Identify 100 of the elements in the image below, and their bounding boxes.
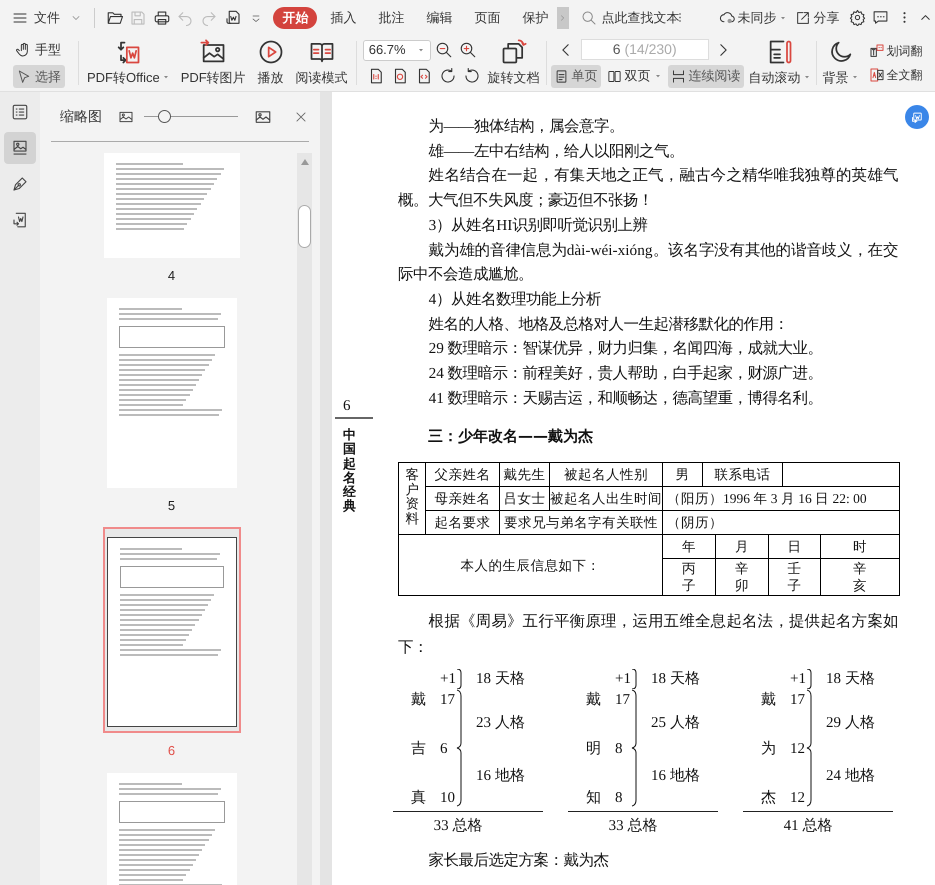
- rotate-icon: [462, 67, 481, 85]
- menu-tab[interactable]: 编辑: [417, 6, 462, 28]
- sync-button[interactable]: 未同步: [718, 8, 787, 28]
- stroke-number: 12: [789, 742, 806, 757]
- slider-thumb[interactable]: [158, 110, 171, 123]
- reading-button[interactable]: 阅读模式: [296, 35, 348, 91]
- file-menu[interactable]: 文件: [12, 8, 82, 28]
- continuous-page-icon: [670, 68, 686, 84]
- size-slider[interactable]: [144, 110, 238, 123]
- translate-full-button[interactable]: 全文翻: [868, 66, 923, 84]
- name-character: 明: [585, 742, 602, 757]
- caret-icon: [416, 46, 425, 54]
- table-cell: 年: [662, 534, 716, 559]
- name-character: 真: [410, 790, 427, 806]
- scrollbar[interactable]: [297, 153, 312, 885]
- table-cell: （阳历）1996 年 3 月 16 日 22: 00: [662, 486, 900, 511]
- page-number: 6: [342, 397, 350, 416]
- menu-tab[interactable]: 插入: [321, 6, 366, 28]
- rotate-document-button[interactable]: 旋转文档: [486, 35, 542, 91]
- page-label: 5: [168, 496, 176, 514]
- single-view-button[interactable]: 单页: [550, 64, 601, 88]
- table-cell: 被起名人出生时间: [550, 486, 662, 511]
- menu-tab[interactable]: 开始: [273, 6, 318, 28]
- table-cell: 辛 卯: [716, 558, 768, 596]
- name-character: 戴: [585, 692, 602, 708]
- total-label: 33 总格: [432, 817, 484, 836]
- name-character: 知: [585, 790, 602, 806]
- table-cell: 丙 子: [662, 558, 716, 596]
- close-icon: [294, 110, 308, 124]
- stroke-number: 8: [614, 742, 624, 757]
- total-label: 33 总格: [608, 817, 658, 836]
- document-export-icon: [11, 211, 29, 229]
- pen-icon: [11, 175, 29, 193]
- floating-convert-button[interactable]: [905, 105, 929, 129]
- table-cell: 时: [820, 534, 900, 559]
- table-cell: （阴历）: [662, 510, 900, 535]
- pdf-office-button[interactable]: PDF转Office: [87, 35, 170, 91]
- play-button[interactable]: 播放: [256, 35, 285, 91]
- grid-label: 23 人格: [475, 716, 526, 731]
- scrollbar-thumb[interactable]: [298, 205, 311, 248]
- thumbnails-panel-button[interactable]: [4, 132, 36, 164]
- paragraph: 41 数理暗示：天赐吉运，和顺畅达，德高望重，博得名利。: [428, 388, 824, 409]
- list-icon: [11, 103, 29, 121]
- comment-icon: [872, 9, 890, 26]
- continuous-view-button[interactable]: 连续阅读: [668, 64, 744, 88]
- document-export-icon: [224, 8, 242, 26]
- share-button[interactable]: 分享: [794, 8, 840, 28]
- save-icon: [129, 8, 148, 26]
- picture-icon: [11, 139, 29, 157]
- grid-label: 16 地格: [475, 768, 526, 784]
- total-label: 41 总格: [782, 817, 834, 836]
- page-thumbnail[interactable]: [102, 527, 240, 733]
- menu-tab[interactable]: 保护: [513, 6, 558, 28]
- play-icon: [256, 38, 285, 66]
- page-thumbnail[interactable]: [104, 153, 240, 258]
- paragraph: 姓名的人格、地格及总格对人一生起潜移默化的作用：: [428, 314, 790, 335]
- grid-label: 25 人格: [650, 716, 701, 731]
- name-character: 为: [760, 742, 777, 757]
- chevron-left-icon: [562, 44, 570, 56]
- paragraph: 雄——左中右结构，给人以阳刚之气。: [428, 142, 686, 162]
- translate-words-button[interactable]: 划词翻: [868, 42, 923, 60]
- menu-tab[interactable]: 页面: [465, 6, 510, 28]
- pdf-image-button[interactable]: PDF转图片: [180, 35, 246, 91]
- page-thumbnail[interactable]: [106, 298, 236, 488]
- table-cell: 戴先生: [500, 462, 550, 487]
- settings-button[interactable]: [848, 8, 866, 28]
- menu-tab[interactable]: 批注: [369, 6, 414, 28]
- table-cell: 被起名人性别: [550, 462, 662, 487]
- hand-tool-button[interactable]: 手型: [13, 38, 65, 61]
- grid-label: 18 天格: [650, 672, 701, 687]
- stroke-number: +1: [789, 672, 806, 687]
- table-cell: 起名要求: [426, 510, 500, 535]
- name-character: 戴: [410, 692, 427, 708]
- page-number-field[interactable]: 6 (14/230): [580, 39, 709, 60]
- stroke-number: 17: [789, 692, 806, 708]
- translate-icon: [868, 67, 885, 83]
- grid-label: 18 天格: [475, 672, 526, 687]
- name-character: 吉: [410, 742, 427, 757]
- background-button[interactable]: 背景: [816, 35, 865, 91]
- table-cell: 母亲姓名: [426, 486, 500, 511]
- stroke-number: +1: [614, 672, 631, 687]
- name-character: 戴: [760, 692, 777, 708]
- table-cell: 月: [716, 534, 768, 559]
- stroke-number: +1: [439, 672, 456, 687]
- zoom-combo[interactable]: 66.7%: [362, 40, 431, 60]
- stroke-number: 8: [614, 790, 624, 806]
- table-cell: 联系电话: [702, 462, 782, 487]
- table-cell: 吕女士: [500, 486, 550, 511]
- chevron-right-icon: [561, 14, 564, 20]
- paragraph: 4）从姓名数理功能上分析: [428, 290, 602, 310]
- translate-icon: [868, 43, 885, 59]
- print-icon: [152, 8, 171, 26]
- page-label: 4: [168, 267, 176, 285]
- select-tool-button[interactable]: 选择: [13, 65, 65, 88]
- grid-label: 16 地格: [650, 768, 701, 784]
- paragraph: 29 数理暗示：智谋优异，财力归集，名闻四海，成就大业。: [428, 339, 824, 360]
- two-page-icon: [606, 68, 622, 84]
- paragraph: 家长最后选定方案：戴为杰: [428, 850, 610, 872]
- auto-scroll-button[interactable]: 自动滚动: [744, 35, 816, 91]
- double-view-button[interactable]: 双页: [604, 64, 665, 88]
